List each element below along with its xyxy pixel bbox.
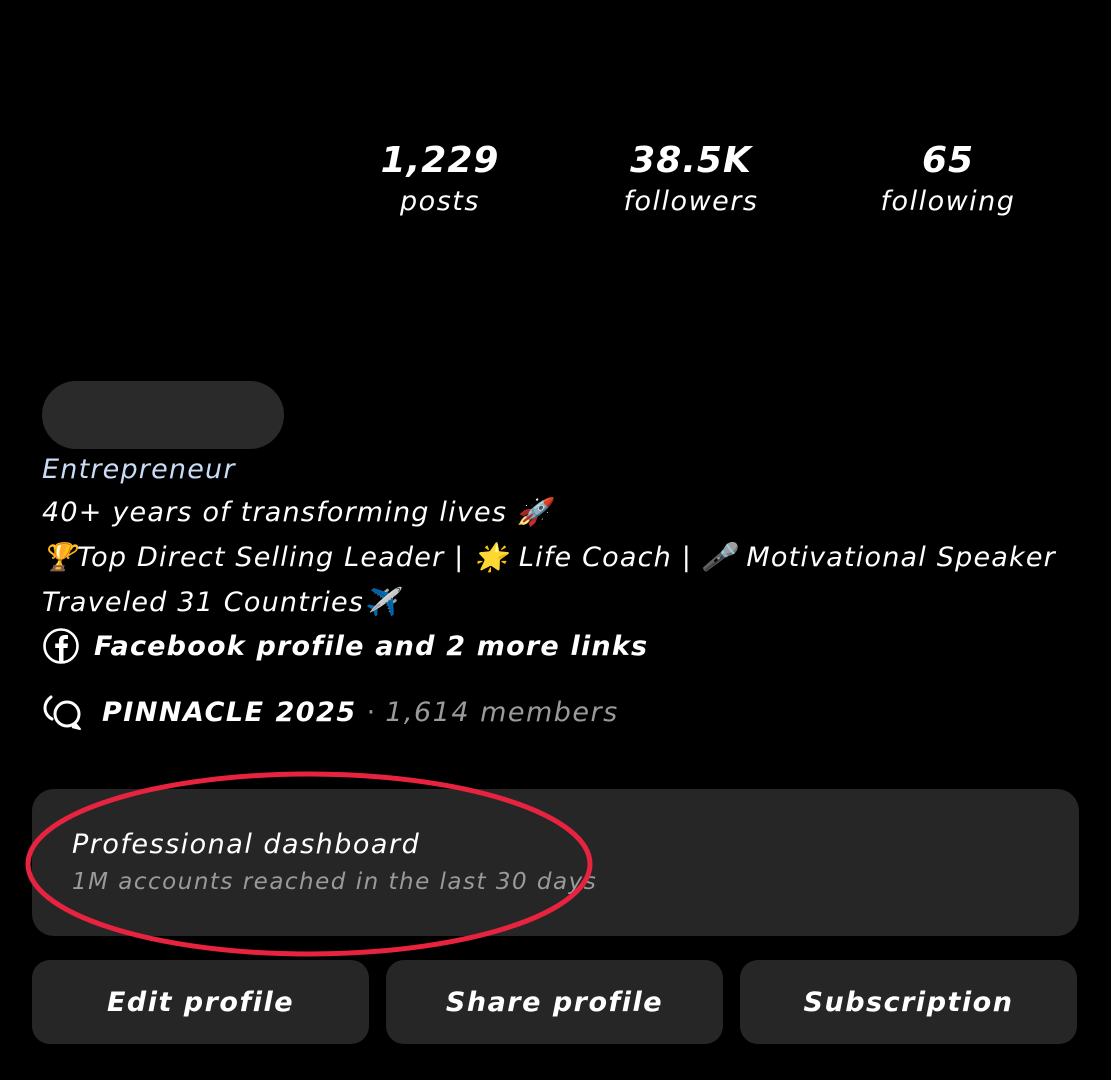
channel-name: PINNACLE 2025 [102,696,357,728]
followers-label: followers [623,186,759,217]
profile-links[interactable]: Facebook profile and 2 more links [42,625,1102,667]
channel-members: 1,614 members [385,696,619,728]
following-stat[interactable]: 65 following [828,138,1068,220]
profile-stats: 1,229 posts 38.5K followers 65 following [0,138,1111,238]
profile-category: Entrepreneur [42,454,236,485]
posts-count: 1,229 [380,140,500,181]
following-label: following [880,186,1016,217]
posts-label: posts [400,186,480,217]
redacted-name-pill [42,381,284,449]
bio-line-3: Traveled 31 Countries✈️ [42,587,399,618]
followers-count: 38.5K [630,140,752,181]
following-count: 65 [921,140,975,181]
professional-dashboard-card[interactable]: Professional dashboard 1M accounts reach… [32,789,1079,936]
subscription-button[interactable]: Subscription [740,960,1077,1044]
dashboard-subtitle: 1M accounts reached in the last 30 days [72,869,598,895]
posts-stat[interactable]: 1,229 posts [320,138,560,220]
channel-separator: · [366,696,376,728]
share-profile-button[interactable]: Share profile [386,960,723,1044]
profile-bio: Entrepreneur 40+ years of transforming l… [42,450,1102,667]
followers-stat[interactable]: 38.5K followers [571,138,811,220]
edit-profile-button[interactable]: Edit profile [32,960,369,1044]
profile-links-label: Facebook profile and 2 more links [94,630,649,662]
facebook-icon [43,628,79,664]
broadcast-channel[interactable]: PINNACLE 2025 · 1,614 members [42,690,619,734]
bio-line-1: 40+ years of transforming lives 🚀 [42,497,552,528]
bio-line-2: 🏆Top Direct Selling Leader | 🌟 Life Coac… [42,542,1056,573]
dashboard-title: Professional dashboard [72,829,421,860]
broadcast-chat-icon [43,695,81,730]
